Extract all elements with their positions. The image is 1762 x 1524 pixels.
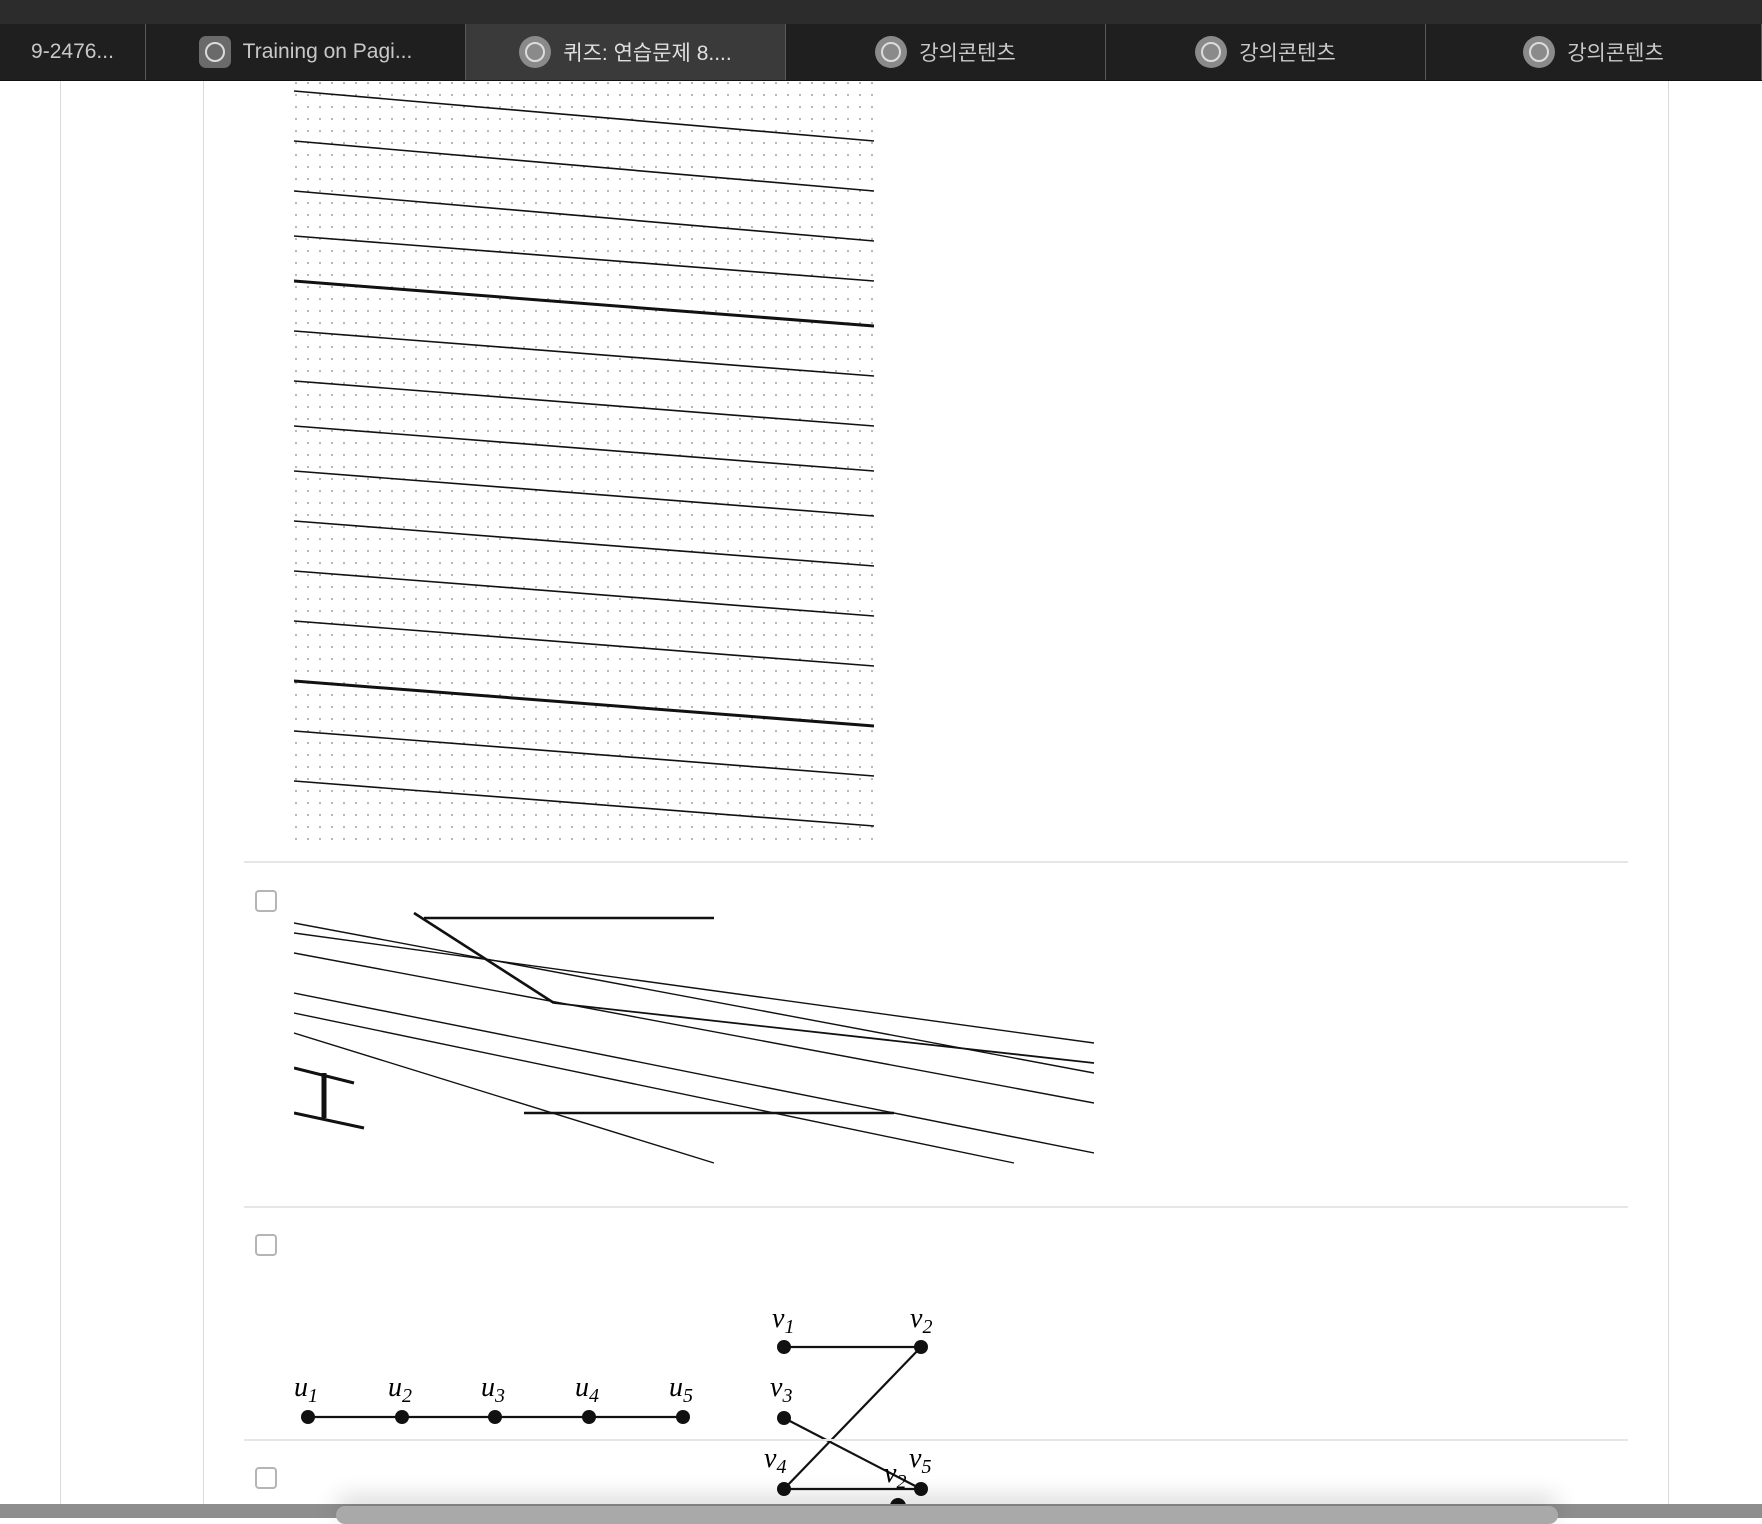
browser-tab-3-active[interactable]: 퀴즈: 연습문제 8.... [466, 24, 786, 80]
vertex-v4 [777, 1482, 791, 1496]
tab-label: 퀴즈: 연습문제 8.... [563, 42, 732, 65]
tab-label: 강의콘텐츠 [919, 42, 1016, 65]
university-seal-icon [1523, 36, 1556, 68]
content-right-border [1668, 81, 1669, 1504]
option-separator [244, 1206, 1628, 1208]
label-v2: v2 [910, 1303, 932, 1338]
browser-tab-4[interactable]: 강의콘텐츠 [786, 24, 1106, 80]
chatgpt-icon [198, 36, 231, 68]
university-seal-icon [519, 36, 552, 68]
vertex-u3 [488, 1410, 502, 1424]
answer-option-2-figure [293, 873, 1095, 1173]
tab-label: Training on Pagi... [242, 40, 413, 63]
answer-option-2-checkbox[interactable] [255, 890, 277, 912]
browser-tab-5[interactable]: 강의콘텐츠 [1106, 24, 1426, 80]
answer-option-3-checkbox[interactable] [255, 1234, 277, 1256]
label-v1: v1 [772, 1303, 794, 1338]
tab-label: 강의콘텐츠 [1239, 42, 1336, 65]
vertex-u2 [395, 1410, 409, 1424]
vertex-v3 [777, 1411, 791, 1425]
vertex-v2 [914, 1340, 928, 1354]
label-v3: v3 [770, 1372, 792, 1407]
graph-figure-1 [293, 81, 875, 841]
label-u5: u5 [669, 1372, 693, 1407]
vertex-u5 [676, 1410, 690, 1424]
label-u4: u4 [575, 1372, 599, 1407]
vertex-v1 [777, 1340, 791, 1354]
quiz-page-content: u1 u2 u3 u4 u5 v1 v2 v3 v4 v5 v2 [0, 81, 1762, 1504]
browser-tab-2[interactable]: Training on Pagi... [146, 24, 466, 80]
answer-option-4-figure: v2 [870, 1456, 950, 1504]
label-u1: u1 [294, 1372, 318, 1407]
answer-option-4-checkbox[interactable] [255, 1467, 277, 1489]
label-u3: u3 [481, 1372, 505, 1407]
graph-figure-4: v2 [884, 1458, 906, 1504]
content-left-border [203, 81, 204, 1504]
bottom-dock-bar [0, 1504, 1762, 1524]
dock-pill [336, 1506, 1558, 1524]
browser-tab-6[interactable]: 강의콘텐츠 [1426, 24, 1762, 80]
sidebar-divider [60, 81, 61, 1504]
university-seal-icon [875, 36, 908, 68]
label-v2: v2 [884, 1458, 906, 1493]
browser-tab-strip: 9-2476... Training on Pagi... 퀴즈: 연습문제 8… [0, 24, 1762, 81]
tab-label: 9-2476... [31, 40, 114, 63]
vertex-u1 [301, 1410, 315, 1424]
window-title-bar [0, 0, 1762, 24]
vertex-u4 [582, 1410, 596, 1424]
option-separator [244, 1439, 1628, 1441]
university-seal-icon [1195, 36, 1228, 68]
option-separator [244, 861, 1628, 863]
graph-figure-3: u1 u2 u3 u4 u5 v1 v2 v3 v4 v5 [294, 1303, 932, 1496]
graph-figure-2 [293, 911, 1095, 1164]
answer-option-1-figure [293, 81, 875, 841]
browser-tab-1[interactable]: 9-2476... [0, 24, 146, 80]
label-u2: u2 [388, 1372, 412, 1407]
answer-option-3-figure: u1 u2 u3 u4 u5 v1 v2 v3 v4 v5 [290, 1221, 950, 1504]
label-v4: v4 [764, 1443, 786, 1478]
tab-label: 강의콘텐츠 [1567, 42, 1664, 65]
